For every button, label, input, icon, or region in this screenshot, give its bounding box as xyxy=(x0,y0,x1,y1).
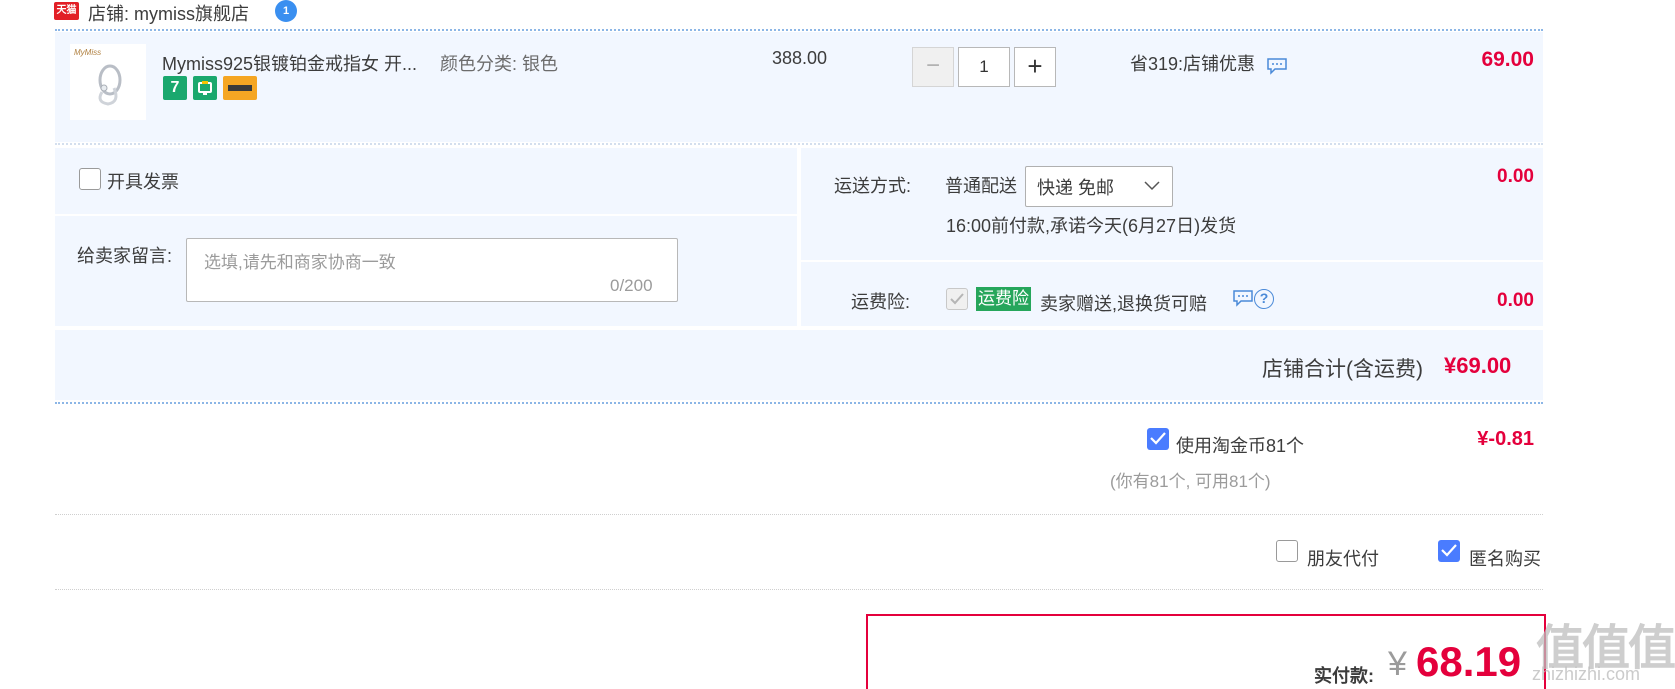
ring-image-icon xyxy=(98,64,122,106)
payment-amount: 68.19 xyxy=(1416,638,1522,685)
seller-message-label: 给卖家留言: xyxy=(77,246,173,266)
shop-name-link[interactable]: 店铺: mymiss旗舰店 xyxy=(88,0,249,26)
product-title-link[interactable]: Mymiss925银镀铂金戒指女 开... xyxy=(162,50,417,76)
seller-message-placeholder: 选填,请先和商家协商一致 xyxy=(204,253,396,272)
item-total-price: 69.00 xyxy=(1481,48,1534,71)
options-separator xyxy=(55,214,797,216)
coins-note: (你有81个, 可用81个) xyxy=(1110,472,1271,491)
shipping-method-label: 运送方式: xyxy=(834,176,912,196)
product-sku: 颜色分类: 银色 xyxy=(440,54,559,74)
seven-day-return-icon[interactable]: 7 xyxy=(163,76,187,100)
insurance-label: 运费险: xyxy=(851,292,911,312)
shop-subtotal-label: 店铺合计(含运费) xyxy=(1262,358,1423,381)
coins-label[interactable]: 使用淘金币81个 xyxy=(1176,432,1304,458)
shipping-promise: 16:00前付款,承诺今天(6月27日)发货 xyxy=(946,216,1237,236)
coins-divider xyxy=(55,514,1543,515)
coins-checkbox[interactable] xyxy=(1147,428,1169,450)
quantity-input[interactable]: 1 xyxy=(958,47,1010,87)
thumbnail-brand: MyMiss xyxy=(74,48,102,57)
check-icon xyxy=(950,293,964,305)
coins-discount-value: ¥-0.81 xyxy=(1477,428,1534,450)
shop-subtotal-value: ¥69.00 xyxy=(1444,353,1512,378)
product-thumbnail[interactable]: MyMiss xyxy=(70,44,146,120)
invoice-label[interactable]: 开具发票 xyxy=(107,168,179,194)
discount-label: 省319:店铺优惠 xyxy=(1130,54,1256,74)
shipping-method-value: 快递 免邮 xyxy=(1037,178,1115,198)
check-icon xyxy=(1150,432,1166,445)
shipping-separator xyxy=(801,260,1543,262)
quantity-decrease-button[interactable]: − xyxy=(912,47,954,87)
anonymous-purchase-label[interactable]: 匿名购买 xyxy=(1469,545,1541,571)
guarantee-icon[interactable] xyxy=(193,76,217,100)
friend-pay-checkbox[interactable] xyxy=(1276,540,1298,562)
insurance-chat-icon[interactable] xyxy=(1232,289,1254,307)
chevron-down-icon xyxy=(1144,181,1160,191)
discount-chat-icon[interactable] xyxy=(1266,57,1288,75)
wangwang-chat-icon[interactable]: 1 xyxy=(275,0,297,22)
check-icon xyxy=(1441,544,1457,557)
shop-divider xyxy=(55,29,1543,31)
seller-message-counter: 0/200 xyxy=(610,276,653,295)
shipping-cost: 0.00 xyxy=(1497,166,1534,187)
help-icon[interactable]: ? xyxy=(1254,289,1274,309)
unit-price: 388.00 xyxy=(772,48,828,68)
discount-text: 省319:店铺优惠 xyxy=(1130,50,1288,76)
insurance-badge: 运费险 xyxy=(976,287,1031,311)
invoice-checkbox[interactable] xyxy=(79,168,101,190)
insurance-text: 卖家赠送,退换货可赔 xyxy=(1040,294,1208,314)
shipping-type: 普通配送 xyxy=(945,176,1017,196)
insurance-checkbox xyxy=(946,288,968,310)
payment-currency: ¥ xyxy=(1388,645,1407,683)
payment-label: 实付款: xyxy=(1314,666,1374,686)
insurance-cost: 0.00 xyxy=(1497,290,1534,311)
tmall-badge: 天猫 xyxy=(54,2,79,20)
credit-card-icon[interactable] xyxy=(223,76,257,100)
extras-divider xyxy=(55,589,1543,590)
friend-pay-label[interactable]: 朋友代付 xyxy=(1307,545,1379,571)
subtotal-divider xyxy=(55,402,1543,404)
watermark-site: zhizhizhi.com xyxy=(1532,664,1641,684)
anonymous-purchase-checkbox[interactable] xyxy=(1438,540,1460,562)
item-divider xyxy=(55,143,1543,145)
quantity-increase-button[interactable]: + xyxy=(1014,47,1056,87)
